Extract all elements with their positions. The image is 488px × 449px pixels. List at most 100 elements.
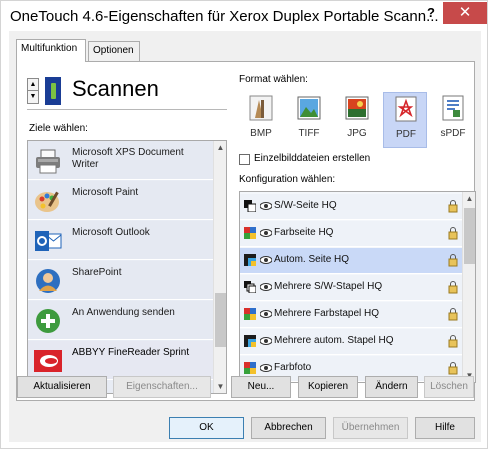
eye-icon <box>260 310 272 318</box>
help-icon[interactable]: ? <box>421 3 441 23</box>
format-label: TIFF <box>298 128 320 139</box>
format-label: BMP <box>250 128 272 139</box>
properties-button[interactable]: Eigenschaften... <box>113 376 211 398</box>
single-files-label: Einzelbilddateien erstellen <box>254 153 371 164</box>
eye-icon <box>260 364 272 372</box>
configuration-list[interactable]: S/W-Seite HQ Farbseite HQ Autom. Seite H… <box>239 191 476 383</box>
eye-icon <box>260 229 272 237</box>
scrollbar-thumb[interactable] <box>464 208 475 264</box>
color-stack-icon <box>244 308 256 320</box>
destination-label: Microsoft Paint <box>72 187 139 198</box>
scroll-up-icon[interactable]: ▲ <box>214 141 226 154</box>
sharepoint-icon <box>36 269 60 293</box>
pdf-icon <box>395 96 417 122</box>
new-button[interactable]: Neu... <box>231 376 291 398</box>
format-row: BMP TIFF JPG PDF sPDF <box>239 92 476 152</box>
configuration-label: Mehrere autom. Stapel HQ <box>274 335 394 346</box>
format-bmp[interactable]: BMP <box>239 92 283 148</box>
destination-label: Microsoft XPS Document Writer <box>72 147 184 170</box>
spinner-down-icon[interactable]: ▼ <box>28 91 38 103</box>
scroll-down-icon[interactable]: ▼ <box>214 380 226 393</box>
lock-icon <box>448 227 458 240</box>
list-item[interactable]: Microsoft XPS Document Writer <box>28 141 214 180</box>
list-item[interactable]: Mehrere Farbstapel HQ <box>240 302 464 328</box>
configurations-label: Konfiguration wählen: <box>239 174 336 185</box>
format-label: JPG <box>347 128 367 139</box>
spinner-up-icon[interactable]: ▲ <box>28 79 38 91</box>
configuration-label: Autom. Seite HQ <box>274 254 350 265</box>
format-pdf[interactable]: PDF <box>383 92 427 148</box>
refresh-button[interactable]: Aktualisieren <box>17 376 107 398</box>
close-button[interactable]: ✕ <box>443 2 487 24</box>
scrollbar-thumb[interactable] <box>215 293 226 347</box>
send-to-application-icon <box>36 309 60 333</box>
format-jpg[interactable]: JPG <box>335 92 379 148</box>
color-photo-icon <box>244 362 256 374</box>
lock-icon <box>448 335 458 348</box>
list-item[interactable]: An Anwendung senden <box>28 301 214 340</box>
format-tiff[interactable]: TIFF <box>287 92 331 148</box>
list-item[interactable]: S/W-Seite HQ <box>240 194 464 220</box>
list-item[interactable]: SharePoint <box>28 261 214 300</box>
lock-icon <box>448 362 458 375</box>
bmp-icon <box>249 95 273 121</box>
action-spinner[interactable]: ▲ ▼ <box>27 78 39 104</box>
change-button[interactable]: Ändern <box>365 376 418 398</box>
eye-icon <box>260 256 272 264</box>
auto-page-icon <box>244 254 256 266</box>
format-spdf[interactable]: sPDF <box>431 92 475 148</box>
configuration-label: Mehrere Farbstapel HQ <box>274 308 380 319</box>
destination-label: An Anwendung senden <box>72 307 175 318</box>
apply-button[interactable]: Übernehmen <box>333 417 408 439</box>
format-label: PDF <box>396 129 416 140</box>
list-item[interactable]: Microsoft Paint <box>28 181 214 220</box>
destination-label: Microsoft Outlook <box>72 227 150 238</box>
single-files-checkbox[interactable] <box>239 154 250 165</box>
bw-page-icon <box>244 200 256 212</box>
tab-optionen[interactable]: Optionen <box>88 41 140 61</box>
lock-icon <box>448 281 458 294</box>
abbyy-icon <box>34 350 62 372</box>
eye-icon <box>260 202 272 210</box>
help-button[interactable]: Hilfe <box>415 417 475 439</box>
lock-icon <box>448 200 458 213</box>
dialog-client-area: Multifunktion Optionen ▲ ▼ Scannen Ziele… <box>9 31 481 442</box>
formats-label: Format wählen: <box>239 74 308 85</box>
window-title: OneTouch 4.6-Eigenschaften für Xerox Dup… <box>10 8 439 25</box>
list-item[interactable]: Mehrere autom. Stapel HQ <box>240 329 464 355</box>
title-bar[interactable]: OneTouch 4.6-Eigenschaften für Xerox Dup… <box>1 1 487 31</box>
auto-stack-icon <box>244 335 256 347</box>
copy-button[interactable]: Kopieren <box>298 376 358 398</box>
action-divider <box>27 109 227 110</box>
properties-window: OneTouch 4.6-Eigenschaften für Xerox Dup… <box>0 0 488 449</box>
configuration-scrollbar[interactable]: ▲ ▼ <box>462 192 475 382</box>
configuration-label: Farbfoto <box>274 362 312 373</box>
color-page-icon <box>244 227 256 239</box>
tiff-icon <box>297 96 321 120</box>
list-item[interactable]: Microsoft Outlook <box>28 221 214 260</box>
configuration-label: Mehrere S/W-Stapel HQ <box>274 281 383 292</box>
action-name: Scannen <box>72 76 159 101</box>
delete-button[interactable]: Löschen <box>424 376 474 398</box>
paint-palette-icon <box>35 191 59 212</box>
printer-icon <box>36 149 60 174</box>
destination-list[interactable]: Microsoft XPS Document Writer Microsoft … <box>27 140 227 394</box>
cancel-button[interactable]: Abbrechen <box>251 417 326 439</box>
format-label: sPDF <box>440 128 466 139</box>
configuration-label: Farbseite HQ <box>274 227 334 238</box>
list-item[interactable]: Mehrere S/W-Stapel HQ <box>240 275 464 301</box>
eye-icon <box>260 283 272 291</box>
scroll-up-icon[interactable]: ▲ <box>463 192 475 205</box>
list-item[interactable]: Autom. Seite HQ <box>240 248 464 274</box>
tab-panel-multifunktion: ▲ ▼ Scannen Ziele wählen: Microsoft XPS … <box>16 61 476 401</box>
destination-scrollbar[interactable]: ▲ ▼ <box>213 141 226 393</box>
ok-button[interactable]: OK <box>169 417 244 439</box>
spdf-icon <box>442 95 464 121</box>
tab-multifunktion[interactable]: Multifunktion <box>16 39 86 62</box>
destination-label: SharePoint <box>72 267 122 278</box>
list-item[interactable]: ABBYY FineReader Sprint <box>28 341 214 380</box>
outlook-icon <box>35 231 62 251</box>
eye-icon <box>260 337 272 345</box>
list-item[interactable]: Farbseite HQ <box>240 221 464 247</box>
jpg-icon <box>345 96 369 120</box>
